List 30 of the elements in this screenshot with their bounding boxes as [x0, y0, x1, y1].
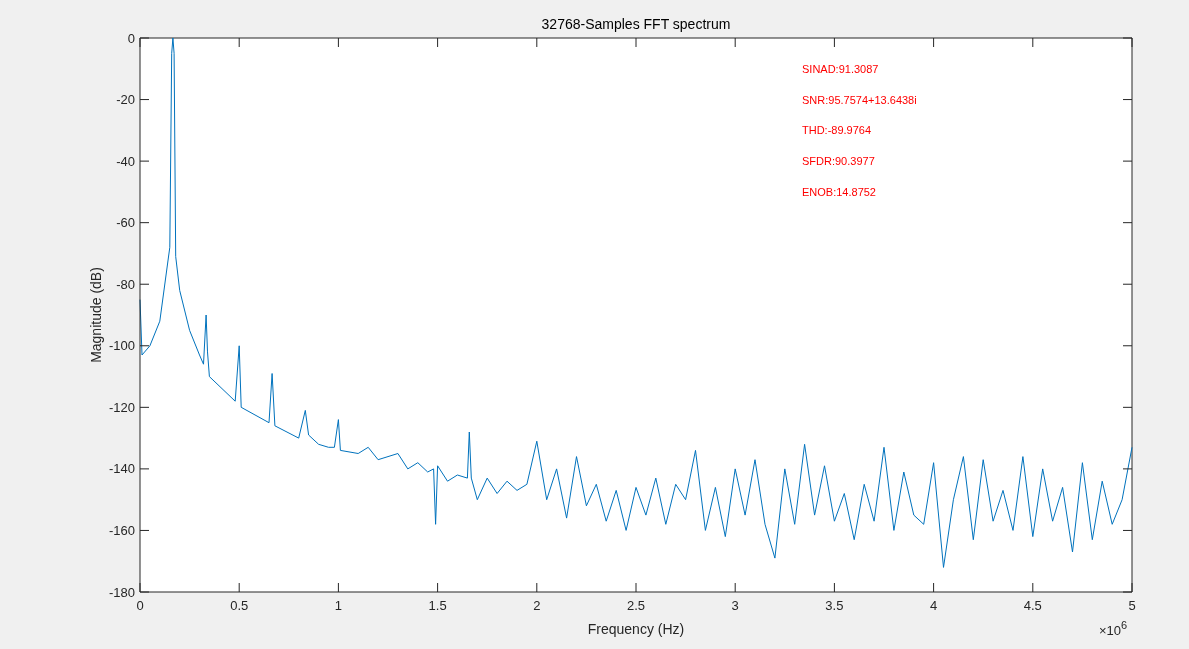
annotation: SNR:95.7574+13.6438i [802, 93, 917, 106]
tick-label: 4.5 [1023, 598, 1042, 613]
tick-label: 3.5 [825, 598, 844, 613]
tick-label: -160 [108, 522, 135, 538]
tick-label: 3 [731, 598, 739, 613]
tick-label: 1 [334, 598, 342, 613]
tick-label: -180 [108, 584, 135, 600]
annotation: SINAD:91.3087 [802, 63, 879, 75]
annotation: THD:-89.9764 [802, 124, 872, 137]
tick-label: -100 [108, 338, 135, 354]
tick-label: 2 [533, 598, 541, 613]
annotation: SFDR:90.3977 [802, 155, 875, 168]
tick-label: 0 [127, 30, 135, 46]
tick-label: 0.5 [230, 598, 249, 613]
axis-label: Magnitude (dB) [88, 267, 104, 363]
tick-label: 2.5 [626, 598, 646, 613]
tick-label: 5 [1128, 598, 1136, 613]
annotation: ENOB:14.8752 [802, 185, 876, 198]
tick-label: 0 [136, 598, 144, 613]
tick-label: -120 [108, 399, 135, 415]
tick-label: -140 [108, 461, 135, 477]
tick-label: -60 [116, 215, 135, 231]
axis-label: Frequency (Hz) [587, 621, 685, 637]
tick-label: 4 [930, 598, 938, 613]
tick-label: -80 [116, 276, 135, 292]
chart-title: 32768-Samples FFT spectrum [541, 16, 731, 32]
axis-exponent: ×10$^{6}$ [1099, 619, 1128, 638]
tick-label: 1.5 [428, 598, 447, 613]
tick-label: -20 [116, 92, 135, 108]
tick-label: -40 [116, 153, 135, 169]
